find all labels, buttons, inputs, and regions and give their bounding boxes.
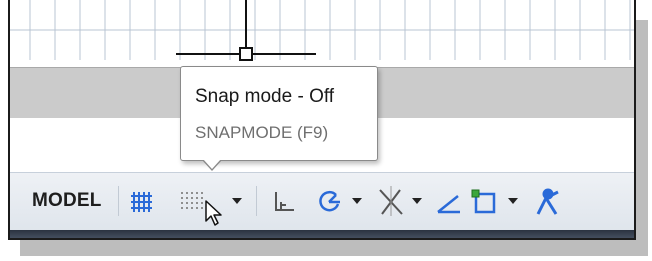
object-snap-icon[interactable] [470, 184, 500, 218]
snap-mode-tooltip: Snap mode - Off SNAPMODE (F9) [180, 66, 378, 161]
separator [256, 186, 257, 216]
window-bottom-edge [10, 230, 634, 238]
autocad-window: MODEL Snap mode - Off SNAPMODE (F9) [8, 0, 636, 240]
ortho-icon[interactable] [272, 184, 298, 218]
grid-icon[interactable] [130, 184, 156, 218]
mouse-pointer-icon [205, 200, 222, 226]
object-snap-dropdown-icon[interactable] [508, 198, 518, 204]
polar-dropdown-icon[interactable] [352, 198, 362, 204]
annotation-scale-icon[interactable] [532, 184, 562, 218]
isodraft-dropdown-icon[interactable] [412, 198, 422, 204]
drawing-canvas[interactable] [10, 0, 634, 67]
tooltip-pointer-fill [203, 159, 221, 169]
polar-tracking-icon[interactable] [314, 184, 344, 218]
model-space-button[interactable]: MODEL [32, 190, 102, 212]
tooltip-command: SNAPMODE (F9) [195, 123, 329, 142]
object-snap-tracking-icon[interactable] [434, 184, 464, 218]
snap-dropdown-icon[interactable] [232, 198, 242, 204]
tooltip-title: Snap mode - Off [195, 86, 335, 107]
separator [118, 186, 119, 216]
isodraft-icon[interactable] [376, 184, 406, 218]
crosshair-cursor [176, 0, 316, 61]
